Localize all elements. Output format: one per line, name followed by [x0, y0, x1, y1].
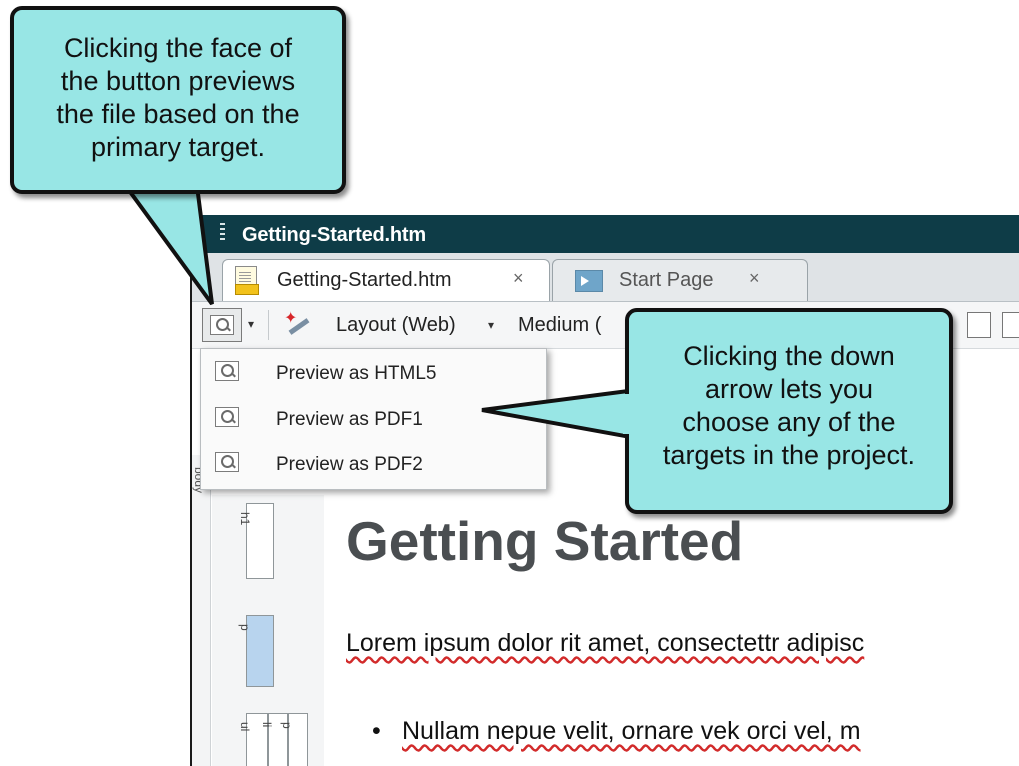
callout-tail-seams	[124, 174, 631, 434]
